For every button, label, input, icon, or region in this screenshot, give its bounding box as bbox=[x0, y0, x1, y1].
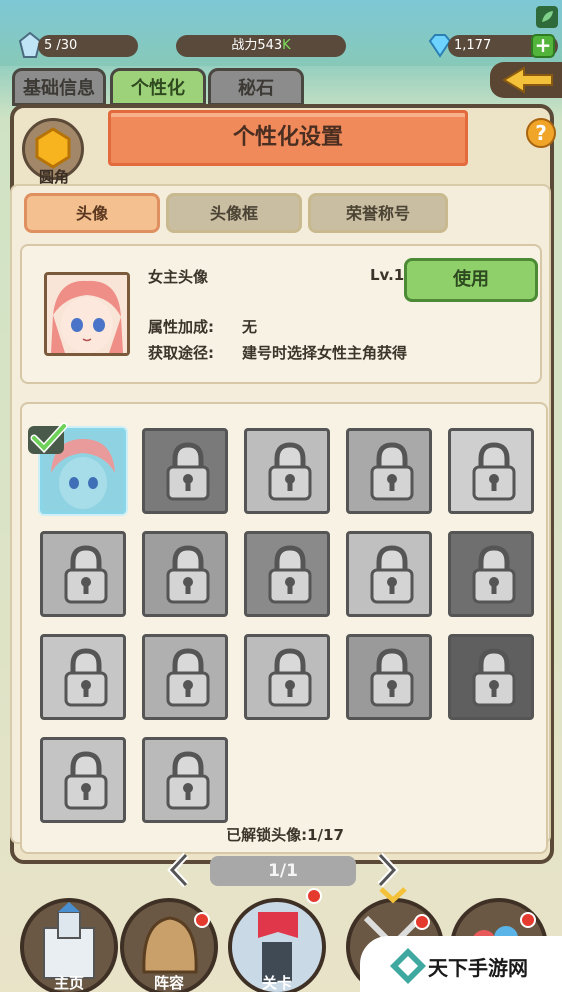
avatar-cell-locked[interactable] bbox=[142, 531, 228, 617]
tab-basic-info[interactable]: 基础信息 bbox=[12, 68, 106, 106]
lock-icon bbox=[370, 442, 414, 501]
page-indicator: 1/1 bbox=[210, 856, 356, 886]
avatar-cell-locked[interactable] bbox=[346, 531, 432, 617]
back-button[interactable] bbox=[490, 62, 562, 98]
avatar-cell-locked[interactable] bbox=[244, 428, 330, 514]
lock-icon bbox=[166, 648, 210, 707]
lock-icon bbox=[64, 751, 108, 810]
tab-secret-stone[interactable]: 秘石 bbox=[208, 68, 304, 106]
use-button[interactable]: 使用 bbox=[404, 258, 538, 302]
badge-label: 圆角 bbox=[38, 168, 69, 186]
subtab-honor-title[interactable]: 荣誉称号 bbox=[308, 193, 448, 233]
avatar-cell-locked[interactable] bbox=[142, 737, 228, 823]
back-arrow-icon bbox=[502, 66, 553, 94]
avatar-cell-locked[interactable] bbox=[40, 531, 126, 617]
nav-gacha-notification bbox=[520, 912, 536, 928]
unlock-count: 已解锁头像:1/17 bbox=[226, 826, 344, 844]
lock-icon bbox=[64, 648, 108, 707]
avatar-cell-locked[interactable] bbox=[448, 428, 534, 514]
avatar-name: 女主头像 bbox=[148, 268, 209, 286]
checkmark-icon bbox=[28, 422, 68, 454]
subtab-avatar-frame[interactable]: 头像框 bbox=[166, 193, 302, 233]
add-gems-button[interactable]: + bbox=[531, 34, 555, 58]
nav-home-label: 主页 bbox=[53, 974, 84, 992]
lock-icon bbox=[472, 545, 516, 604]
avatar-level: Lv.1 bbox=[370, 266, 405, 284]
attribute-value: 无 bbox=[242, 318, 258, 336]
nav-stage-label: 关卡 bbox=[261, 974, 292, 992]
avatar-cell-locked[interactable] bbox=[40, 737, 126, 823]
lock-icon bbox=[166, 442, 210, 501]
tab-personalization[interactable]: 个性化 bbox=[110, 68, 206, 106]
next-page-icon[interactable] bbox=[374, 852, 400, 888]
lock-icon bbox=[64, 545, 108, 604]
avatar-cell-locked[interactable] bbox=[40, 634, 126, 720]
nav-lineup-label: 阵容 bbox=[153, 974, 184, 992]
nav-lineup-notification bbox=[194, 912, 210, 928]
avatar-cell-locked[interactable] bbox=[244, 634, 330, 720]
watermark-logo-icon bbox=[390, 948, 426, 984]
lock-icon bbox=[370, 545, 414, 604]
power-label: 战力 bbox=[231, 38, 258, 53]
page-title: 个性化设置 bbox=[108, 110, 468, 166]
lock-icon bbox=[370, 648, 414, 707]
source-label: 获取途径: bbox=[148, 344, 214, 362]
power-display: 战力543K bbox=[176, 35, 346, 57]
avatar-cell-locked[interactable] bbox=[346, 634, 432, 720]
prev-page-icon[interactable] bbox=[166, 852, 192, 888]
avatar-cell-locked[interactable] bbox=[346, 428, 432, 514]
subtab-avatar[interactable]: 头像 bbox=[24, 193, 160, 233]
lock-icon bbox=[268, 648, 312, 707]
nav-battle-notification bbox=[414, 914, 430, 930]
nav-stage-notification bbox=[306, 888, 322, 904]
lock-icon bbox=[166, 751, 210, 810]
selected-avatar-portrait bbox=[44, 272, 130, 356]
chevron-down-icon bbox=[379, 887, 407, 904]
watermark-text: 天下手游网 bbox=[428, 956, 528, 980]
power-value: 543 bbox=[257, 38, 283, 53]
avatar-cell-locked[interactable] bbox=[448, 531, 534, 617]
attribute-label: 属性加成: bbox=[148, 318, 214, 336]
leaf-icon[interactable] bbox=[536, 6, 558, 28]
source-value: 建号时选择女性主角获得 bbox=[242, 344, 408, 362]
lock-icon bbox=[166, 545, 210, 604]
help-button[interactable]: ? bbox=[526, 118, 556, 148]
avatar-cell-locked[interactable] bbox=[244, 531, 330, 617]
avatar-cell-locked[interactable] bbox=[142, 428, 228, 514]
avatar-cell-locked[interactable] bbox=[142, 634, 228, 720]
energy-counter: 5 /30 bbox=[38, 35, 138, 57]
avatar-cell-locked[interactable] bbox=[448, 634, 534, 720]
lock-icon bbox=[472, 442, 516, 501]
lock-icon bbox=[472, 648, 516, 707]
power-suffix: K bbox=[282, 38, 291, 53]
lock-icon bbox=[268, 442, 312, 501]
lock-icon bbox=[268, 545, 312, 604]
